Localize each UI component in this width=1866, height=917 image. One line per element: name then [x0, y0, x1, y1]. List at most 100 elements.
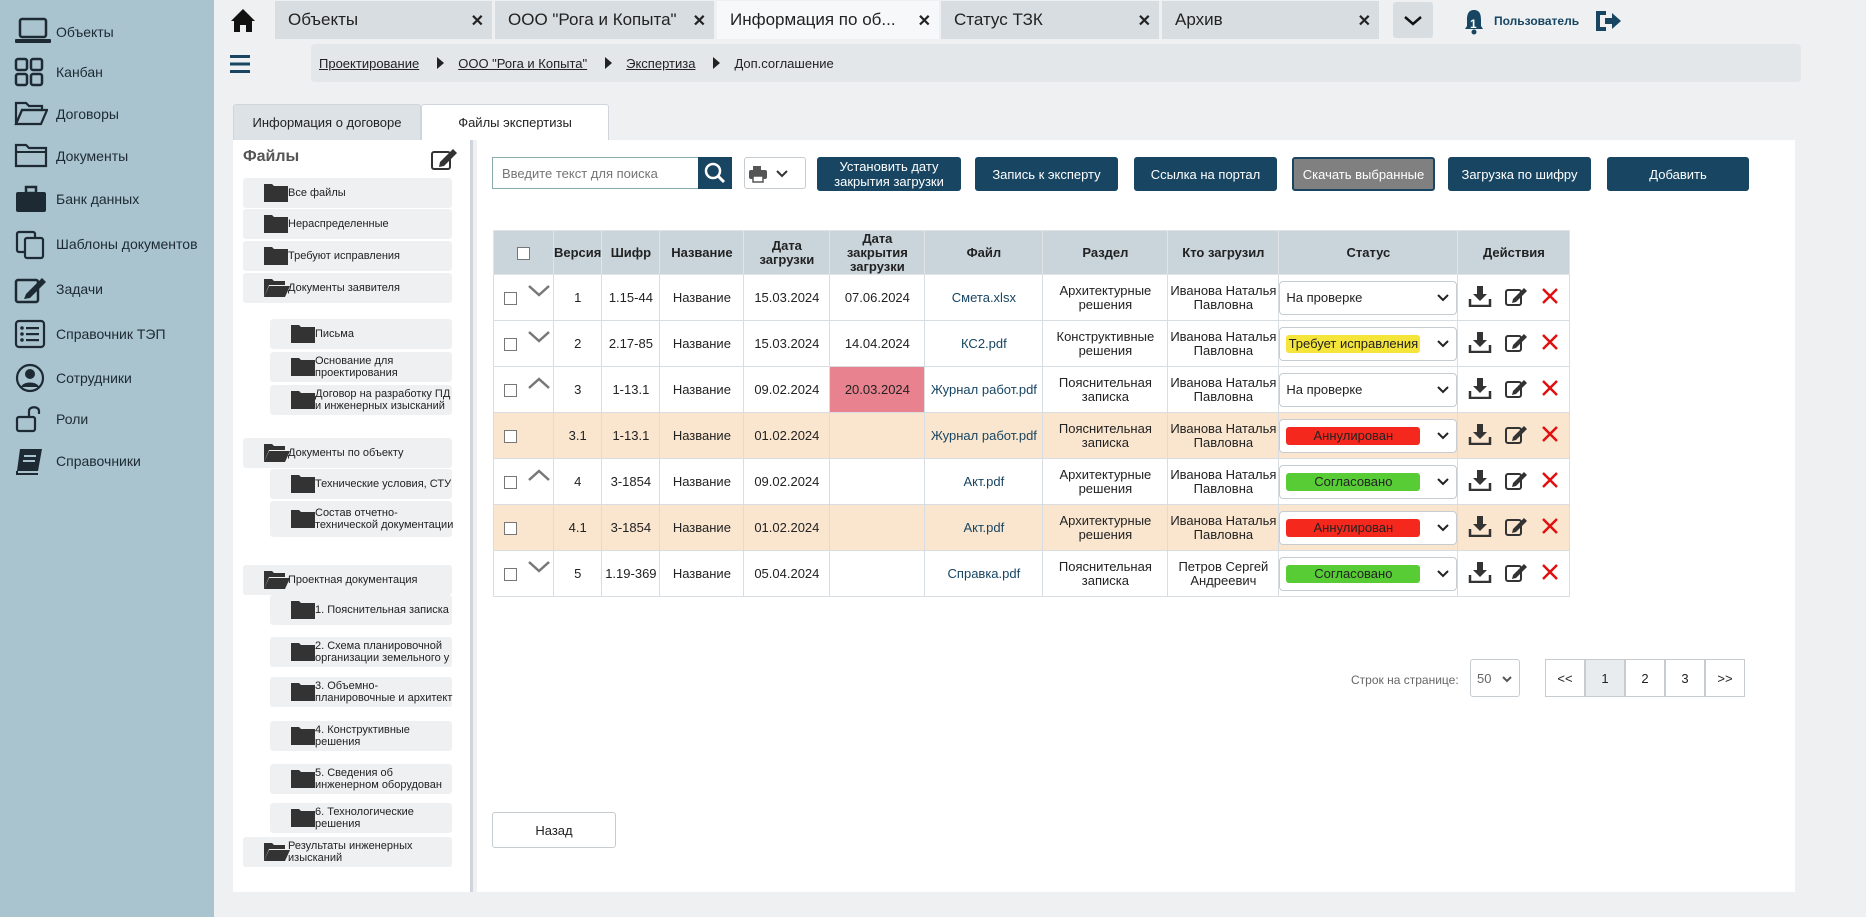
download-icon[interactable]: [1468, 285, 1492, 310]
table-row[interactable]: 3.1 1-13.1 Название 01.02.2024 Журнал работ.…: [493, 412, 1571, 459]
table-row[interactable]: 4.1 3-1854 Название 01.02.2024 Акт.pdf Архите…: [493, 504, 1571, 551]
row-checkbox[interactable]: [504, 475, 517, 489]
page-button[interactable]: <<: [1545, 659, 1585, 697]
file-link[interactable]: Акт.pdf: [964, 520, 1005, 535]
user-menu[interactable]: 1 Пользователь: [1462, 6, 1623, 36]
logout-icon[interactable]: [1593, 8, 1623, 34]
download-icon[interactable]: [1468, 469, 1492, 494]
tab-contract-info[interactable]: Информация о договоре: [233, 104, 421, 140]
folder-item[interactable]: Нераспределенные: [243, 209, 452, 239]
browser-tab[interactable]: ООО "Рога и Копыта" ✕: [495, 1, 714, 39]
folder-item[interactable]: Документы заявителя: [243, 273, 452, 303]
browser-tab[interactable]: Информация по об... ✕: [717, 1, 939, 39]
folder-item[interactable]: Основание для проектирования: [270, 352, 452, 382]
delete-icon[interactable]: [1540, 378, 1560, 401]
browser-tab[interactable]: Объекты ✕: [275, 1, 492, 39]
status-select[interactable]: Согласовано: [1279, 556, 1458, 591]
status-select[interactable]: Аннулирован: [1279, 510, 1458, 545]
folder-item[interactable]: Состав отчетно-технической документации: [270, 501, 453, 537]
row-checkbox[interactable]: [504, 429, 517, 443]
folder-item[interactable]: Результаты инженерных изысканий: [243, 837, 452, 867]
toolbar-button[interactable]: Ссылка на портал: [1134, 157, 1277, 191]
breadcrumb-item[interactable]: ООО "Рога и Копыта": [458, 56, 587, 71]
sidebar-item[interactable]: Канбан: [0, 52, 214, 92]
sidebar-item[interactable]: Договоры: [0, 94, 214, 134]
delete-icon[interactable]: [1540, 286, 1560, 309]
select-all-checkbox[interactable]: [517, 246, 530, 260]
browser-tab[interactable]: Архив ✕: [1162, 1, 1379, 39]
row-checkbox[interactable]: [504, 337, 517, 351]
folder-item[interactable]: Договор на разработку ПД и инженерных из…: [270, 385, 452, 415]
chevron-down-icon[interactable]: [527, 560, 551, 577]
download-icon[interactable]: [1468, 331, 1492, 356]
menu-icon[interactable]: [230, 54, 250, 74]
print-dropdown[interactable]: [744, 157, 806, 189]
sidebar-item[interactable]: Задачи: [0, 269, 214, 309]
folder-item[interactable]: Все файлы: [243, 178, 452, 208]
file-link[interactable]: Акт.pdf: [964, 474, 1005, 489]
chevron-up-icon[interactable]: [527, 376, 551, 393]
sidebar-item[interactable]: Шаблоны документов: [0, 224, 214, 264]
status-select[interactable]: Требует исправления: [1279, 326, 1458, 361]
chevron-down-icon[interactable]: [527, 284, 551, 301]
download-icon[interactable]: [1468, 423, 1492, 448]
edit-icon[interactable]: [1504, 561, 1528, 586]
chevron-down-icon[interactable]: [527, 330, 551, 347]
row-checkbox[interactable]: [504, 567, 517, 581]
close-icon[interactable]: ✕: [1358, 11, 1371, 31]
search-input[interactable]: [492, 157, 698, 189]
edit-icon[interactable]: [1504, 285, 1528, 310]
tab-expertise-files[interactable]: Файлы экспертизы: [421, 104, 609, 140]
sidebar-item[interactable]: Документы: [0, 136, 214, 176]
browser-tab[interactable]: Статус ТЗК ✕: [941, 1, 1159, 39]
edit-icon[interactable]: [1504, 331, 1528, 356]
file-link[interactable]: Журнал работ.pdf: [931, 382, 1037, 397]
sidebar-item[interactable]: Справочник ТЭП: [0, 314, 214, 354]
folder-item[interactable]: 6. Технологические решения: [270, 803, 452, 833]
table-row[interactable]: 3 1-13.1 Название 09.02.2024 20.03.2024 Журна…: [493, 366, 1571, 413]
rows-per-page-select[interactable]: 50: [1470, 659, 1520, 697]
folder-item[interactable]: 2. Схема планировочной организации земел…: [270, 637, 452, 667]
close-icon[interactable]: ✕: [693, 11, 706, 31]
delete-icon[interactable]: [1540, 424, 1560, 447]
folder-item[interactable]: Письма: [270, 319, 452, 349]
sidebar-item[interactable]: Сотрудники: [0, 358, 214, 398]
close-icon[interactable]: ✕: [1138, 11, 1151, 31]
chevron-up-icon[interactable]: [527, 468, 551, 485]
folder-item[interactable]: Документы по объекту: [243, 438, 452, 468]
folder-item[interactable]: 5. Сведения об инженерном оборудован: [270, 764, 452, 794]
row-checkbox[interactable]: [504, 291, 517, 305]
toolbar-button[interactable]: Загрузка по шифру: [1448, 157, 1591, 191]
delete-icon[interactable]: [1540, 470, 1560, 493]
table-row[interactable]: 5 1.19-369 Название 05.04.2024 Справка.pdf По…: [493, 550, 1571, 597]
delete-icon[interactable]: [1540, 516, 1560, 539]
download-icon[interactable]: [1468, 515, 1492, 540]
back-button[interactable]: Назад: [492, 812, 616, 848]
edit-icon[interactable]: [1504, 423, 1528, 448]
breadcrumb-item[interactable]: Проектирование: [319, 56, 419, 71]
close-icon[interactable]: ✕: [471, 11, 484, 31]
toolbar-button[interactable]: Скачать выбранные: [1292, 157, 1435, 191]
status-select[interactable]: На проверке: [1279, 280, 1458, 315]
page-button[interactable]: 2: [1625, 659, 1665, 697]
status-select[interactable]: Аннулирован: [1279, 418, 1458, 453]
edit-icon[interactable]: [1504, 515, 1528, 540]
folder-item[interactable]: Проектная документация: [243, 565, 452, 595]
edit-icon[interactable]: [1504, 469, 1528, 494]
home-icon[interactable]: [228, 6, 258, 36]
table-row[interactable]: 4 3-1854 Название 09.02.2024 Акт.pdf Архитект…: [493, 458, 1571, 505]
toolbar-button[interactable]: Запись к эксперту: [975, 157, 1118, 191]
sidebar-item[interactable]: Справочники: [0, 441, 214, 481]
toolbar-button[interactable]: Установить дату закрытия загрузки: [817, 157, 961, 191]
page-button[interactable]: 3: [1665, 659, 1705, 697]
sidebar-item[interactable]: Объекты: [0, 12, 214, 52]
row-checkbox[interactable]: [504, 521, 517, 535]
sidebar-item[interactable]: Банк данных: [0, 179, 214, 219]
download-icon[interactable]: [1468, 377, 1492, 402]
folder-item[interactable]: 1. Пояснительная записка: [270, 595, 452, 625]
file-link[interactable]: Справка.pdf: [948, 566, 1021, 581]
sidebar-item[interactable]: Роли: [0, 399, 214, 439]
delete-icon[interactable]: [1540, 332, 1560, 355]
row-checkbox[interactable]: [504, 383, 517, 397]
delete-icon[interactable]: [1540, 562, 1560, 585]
